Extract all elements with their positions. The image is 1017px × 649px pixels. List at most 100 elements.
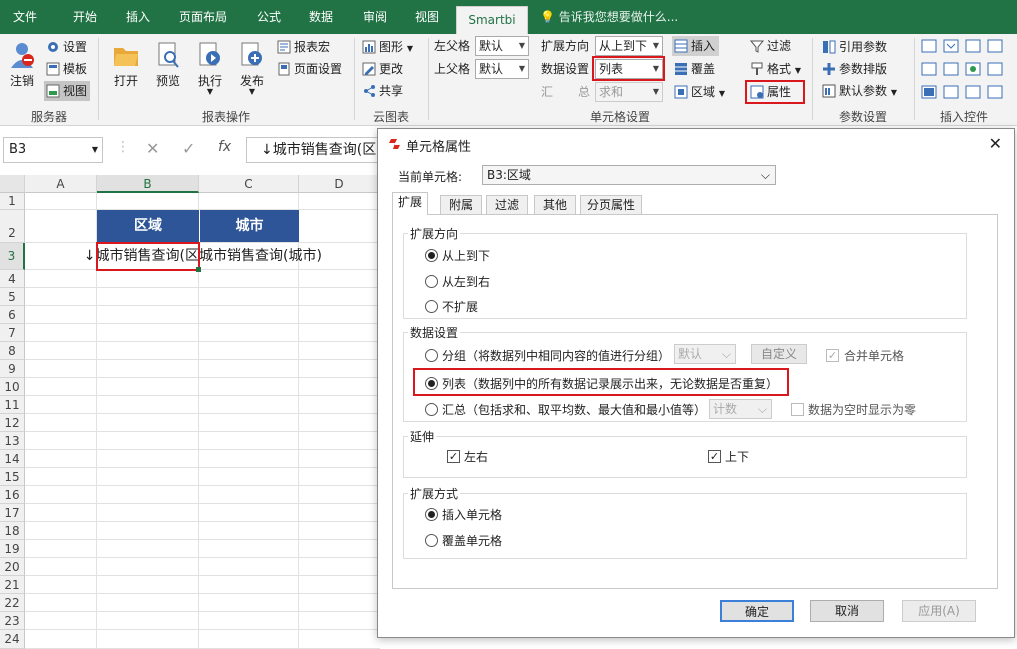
row-header-7[interactable]: 7 — [0, 324, 25, 342]
preview-button[interactable]: 预览 — [148, 38, 188, 89]
tab-insert[interactable]: 插入 — [113, 0, 163, 34]
current-cell-combo[interactable]: B3:区域 ⌵ — [482, 165, 776, 185]
chart-button[interactable]: 图形 ▼ — [362, 37, 413, 57]
radio-insert-cells[interactable] — [425, 508, 438, 521]
radio-cover-cells[interactable] — [425, 534, 438, 547]
group-mode-value: 默认 — [678, 347, 703, 361]
row-header-1[interactable]: 1 — [0, 193, 25, 210]
close-icon[interactable]: ✕ — [989, 134, 1002, 153]
zero-if-empty-checkbox — [791, 403, 804, 416]
expand-direction-value: 从上到下 — [599, 39, 648, 53]
row-header-14[interactable]: 14 — [0, 450, 25, 468]
ref-param-button[interactable]: 引用参数 — [822, 37, 887, 57]
chevron-down-icon: ▼ — [652, 87, 659, 96]
view-button[interactable]: 视图 — [44, 81, 91, 101]
radio-group[interactable] — [425, 349, 438, 362]
row-header-4[interactable]: 4 — [0, 270, 25, 288]
column-header-d[interactable]: D — [299, 175, 380, 193]
cancel-formula-icon[interactable]: ✕ — [146, 139, 159, 158]
tab-other[interactable]: 其他 — [534, 195, 576, 214]
cover-mode-button[interactable]: 覆盖 — [674, 59, 715, 79]
row-header-16[interactable]: 16 — [0, 486, 25, 504]
update-chart-button[interactable]: 更改 — [362, 59, 403, 79]
tab-data[interactable]: 数据 — [296, 0, 346, 34]
row-header-18[interactable]: 18 — [0, 522, 25, 540]
fill-handle[interactable] — [196, 267, 201, 272]
row-header-13[interactable]: 13 — [0, 432, 25, 450]
publish-button[interactable]: 发布 ▼ — [232, 38, 272, 96]
settings-button[interactable]: 设置 — [46, 37, 87, 57]
tab-home[interactable]: 开始 — [60, 0, 110, 34]
tab-review[interactable]: 审阅 — [350, 0, 400, 34]
function-icon[interactable]: fx — [218, 139, 231, 155]
formula-input[interactable]: ↓城市销售查询(区 — [246, 137, 386, 163]
row-header-23[interactable]: 23 — [0, 612, 25, 630]
template-button[interactable]: 模板 — [46, 59, 87, 79]
tab-file[interactable]: 文件 — [0, 0, 50, 34]
row-header-11[interactable]: 11 — [0, 396, 25, 414]
row-header-24[interactable]: 24 — [0, 630, 25, 649]
radio-top-to-bottom[interactable] — [425, 249, 438, 262]
cell-b2-region-header[interactable]: 区域 — [97, 210, 199, 242]
row-header-6[interactable]: 6 — [0, 306, 25, 324]
filter-button[interactable]: 过滤 — [749, 36, 791, 56]
column-header-a[interactable]: A — [25, 175, 97, 193]
tab-view[interactable]: 视图 — [402, 0, 452, 34]
page-setup-button[interactable]: 页面设置 — [277, 59, 342, 79]
report-macro-button[interactable]: 报表宏 — [277, 37, 330, 57]
tab-formulas[interactable]: 公式 — [244, 0, 294, 34]
row-header-3[interactable]: 3 — [0, 243, 25, 270]
row-header-5[interactable]: 5 — [0, 288, 25, 306]
cell-c2-city-header[interactable]: 城市 — [199, 210, 299, 242]
row-header-12[interactable]: 12 — [0, 414, 25, 432]
radio-summary[interactable] — [425, 403, 438, 416]
radio-left-to-right[interactable] — [425, 275, 438, 288]
tab-page-property[interactable]: 分页属性 — [580, 195, 642, 214]
select-all-corner[interactable] — [0, 175, 25, 193]
param-layout-button[interactable]: 参数排版 — [822, 59, 887, 79]
radio-insert-cells-label: 插入单元格 — [442, 508, 503, 522]
row-header-22[interactable]: 22 — [0, 594, 25, 612]
extend-left-right-checkbox[interactable]: ✓ — [447, 450, 460, 463]
cell-c3[interactable]: 城市销售查询(城市) — [199, 243, 339, 270]
area-button[interactable]: 区域 ▼ — [674, 82, 725, 102]
chart-label: 图形 — [379, 40, 404, 54]
row-header-21[interactable]: 21 — [0, 576, 25, 594]
tab-page-layout[interactable]: 页面布局 — [172, 0, 234, 34]
row-header-10[interactable]: 10 — [0, 378, 25, 396]
insert-mode-button[interactable]: 插入 — [672, 36, 720, 56]
logout-button[interactable]: 注销 — [2, 38, 42, 89]
tab-attach[interactable]: 附属 — [440, 195, 482, 214]
radio-no-expand[interactable] — [425, 300, 438, 313]
row-header-8[interactable]: 8 — [0, 342, 25, 360]
grid-row-line — [25, 377, 380, 378]
default-param-label: 默认参数 — [839, 84, 888, 98]
open-button[interactable]: 打开 — [106, 38, 146, 89]
tab-expand[interactable]: 扩展 — [392, 192, 428, 215]
row-header-2[interactable]: 2 — [0, 210, 25, 243]
tab-filter[interactable]: 过滤 — [486, 195, 528, 214]
row-header-20[interactable]: 20 — [0, 558, 25, 576]
column-header-b[interactable]: B — [97, 175, 199, 193]
ok-button[interactable]: 确定 — [720, 600, 794, 622]
top-parent-combo[interactable]: 默认 ▼ — [475, 59, 529, 79]
name-box[interactable]: B3 ▼ — [3, 137, 103, 163]
row-header-15[interactable]: 15 — [0, 468, 25, 486]
confirm-formula-icon[interactable]: ✓ — [182, 139, 195, 158]
property-highlight — [745, 80, 805, 104]
format-button[interactable]: 格式 ▼ — [750, 59, 801, 79]
expand-direction-combo[interactable]: 从上到下 ▼ — [595, 36, 663, 56]
share-button[interactable]: 共享 — [362, 81, 403, 101]
execute-button[interactable]: 执行 ▼ — [190, 38, 230, 96]
row-header-17[interactable]: 17 — [0, 504, 25, 522]
column-header-c[interactable]: C — [199, 175, 299, 193]
row-header-19[interactable]: 19 — [0, 540, 25, 558]
chevron-down-icon: ▼ — [91, 145, 98, 154]
row-header-9[interactable]: 9 — [0, 360, 25, 378]
default-param-button[interactable]: 默认参数 ▼ — [822, 81, 897, 101]
tell-me-box[interactable]: 💡 告诉我您想要做什么... — [540, 0, 678, 34]
tab-smartbi[interactable]: Smartbi — [456, 6, 528, 34]
cancel-button[interactable]: 取消 — [810, 600, 884, 622]
left-parent-combo[interactable]: 默认 ▼ — [475, 36, 529, 56]
extend-up-down-checkbox[interactable]: ✓ — [708, 450, 721, 463]
